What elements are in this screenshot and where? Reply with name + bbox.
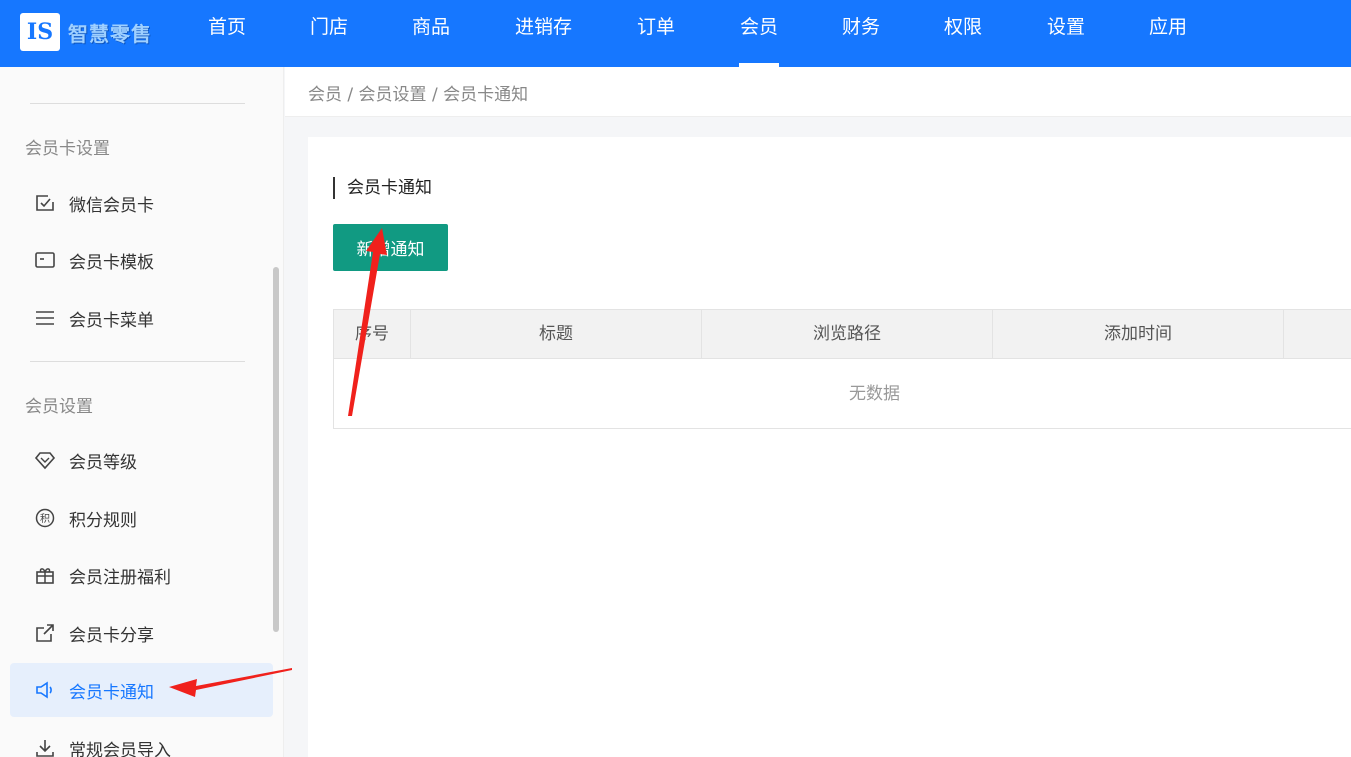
nav-item-settings[interactable]: 设置 bbox=[1039, 0, 1093, 67]
share-icon bbox=[34, 622, 56, 644]
points-icon: 积 bbox=[34, 507, 56, 529]
sidebar-item-label: 会员卡通知 bbox=[69, 682, 154, 703]
column-header-path: 浏览路径 bbox=[702, 310, 993, 358]
sidebar-group-card-settings: 会员卡设置 bbox=[25, 139, 110, 159]
sidebar-item-label: 会员注册福利 bbox=[69, 567, 171, 588]
nav-item-permissions[interactable]: 权限 bbox=[936, 0, 990, 67]
sidebar-group-member-settings: 会员设置 bbox=[25, 397, 93, 417]
notice-table: 序号 标题 浏览路径 添加时间 无数据 bbox=[333, 309, 1351, 429]
download-icon bbox=[34, 737, 56, 757]
sidebar: 会员卡设置 微信会员卡 会员卡模板 会员卡菜单 会员设置 会员等级 积 积分规则 bbox=[0, 67, 284, 757]
column-header-added-time: 添加时间 bbox=[993, 310, 1284, 358]
sidebar-divider bbox=[30, 103, 245, 104]
top-nav-bar: IS 智慧零售 首页 门店 商品 进销存 订单 会员 财务 权限 设置 应用 bbox=[0, 0, 1351, 67]
sidebar-item-register-benefits[interactable]: 会员注册福利 bbox=[10, 548, 273, 602]
table-header: 序号 标题 浏览路径 添加时间 bbox=[334, 310, 1351, 359]
nav-item-orders[interactable]: 订单 bbox=[629, 0, 683, 67]
speaker-icon bbox=[34, 679, 56, 701]
sidebar-item-card-notice[interactable]: 会员卡通知 bbox=[10, 663, 273, 717]
nav-item-apps[interactable]: 应用 bbox=[1141, 0, 1195, 67]
check-square-icon bbox=[34, 192, 56, 214]
sidebar-item-label: 会员等级 bbox=[69, 452, 137, 473]
nav-item-stores[interactable]: 门店 bbox=[302, 0, 356, 67]
sidebar-item-label: 会员卡模板 bbox=[69, 252, 154, 273]
gift-icon bbox=[34, 564, 56, 586]
sidebar-item-card-menu[interactable]: 会员卡菜单 bbox=[10, 291, 273, 345]
nav-item-members[interactable]: 会员 bbox=[731, 0, 787, 67]
column-header-extra bbox=[1284, 310, 1351, 358]
menu-icon bbox=[34, 307, 56, 329]
table-empty-text: 无数据 bbox=[849, 384, 900, 404]
sidebar-item-card-share[interactable]: 会员卡分享 bbox=[10, 606, 273, 660]
sidebar-item-points-rules[interactable]: 积 积分规则 bbox=[10, 491, 273, 545]
svg-text:积: 积 bbox=[40, 513, 50, 525]
card-icon bbox=[34, 249, 56, 271]
add-notice-button[interactable]: 新增通知 bbox=[333, 224, 448, 271]
sidebar-item-label: 会员卡菜单 bbox=[69, 310, 154, 331]
breadcrumb: 会员 / 会员设置 / 会员卡通知 bbox=[308, 85, 529, 105]
column-header-index: 序号 bbox=[334, 310, 411, 358]
sidebar-item-label: 微信会员卡 bbox=[69, 195, 154, 216]
sidebar-scrollbar[interactable] bbox=[273, 267, 279, 632]
sidebar-item-member-level[interactable]: 会员等级 bbox=[10, 433, 273, 487]
sidebar-item-member-import[interactable]: 常规会员导入 bbox=[10, 721, 273, 757]
nav-item-inventory[interactable]: 进销存 bbox=[507, 0, 580, 67]
sidebar-item-card-template[interactable]: 会员卡模板 bbox=[10, 233, 273, 287]
nav-item-home[interactable]: 首页 bbox=[200, 0, 254, 67]
app-logo[interactable]: IS 智慧零售 bbox=[20, 12, 165, 52]
sidebar-divider bbox=[30, 361, 245, 362]
sidebar-item-wechat-card[interactable]: 微信会员卡 bbox=[10, 176, 273, 230]
sidebar-item-label: 积分规则 bbox=[69, 510, 137, 531]
nav-item-products[interactable]: 商品 bbox=[404, 0, 458, 67]
column-header-title: 标题 bbox=[411, 310, 702, 358]
nav-item-finance[interactable]: 财务 bbox=[834, 0, 888, 67]
logo-text: 智慧零售 bbox=[68, 21, 152, 46]
section-title: 会员卡通知 bbox=[333, 177, 432, 199]
sidebar-item-label: 常规会员导入 bbox=[69, 740, 171, 757]
logo-mark-icon: IS bbox=[20, 13, 60, 51]
sidebar-item-label: 会员卡分享 bbox=[69, 625, 154, 646]
diamond-icon bbox=[34, 449, 56, 471]
breadcrumb-bar: 会员 / 会员设置 / 会员卡通知 bbox=[285, 67, 1351, 117]
content-panel: 会员卡通知 新增通知 序号 标题 浏览路径 添加时间 无数据 bbox=[308, 137, 1351, 757]
